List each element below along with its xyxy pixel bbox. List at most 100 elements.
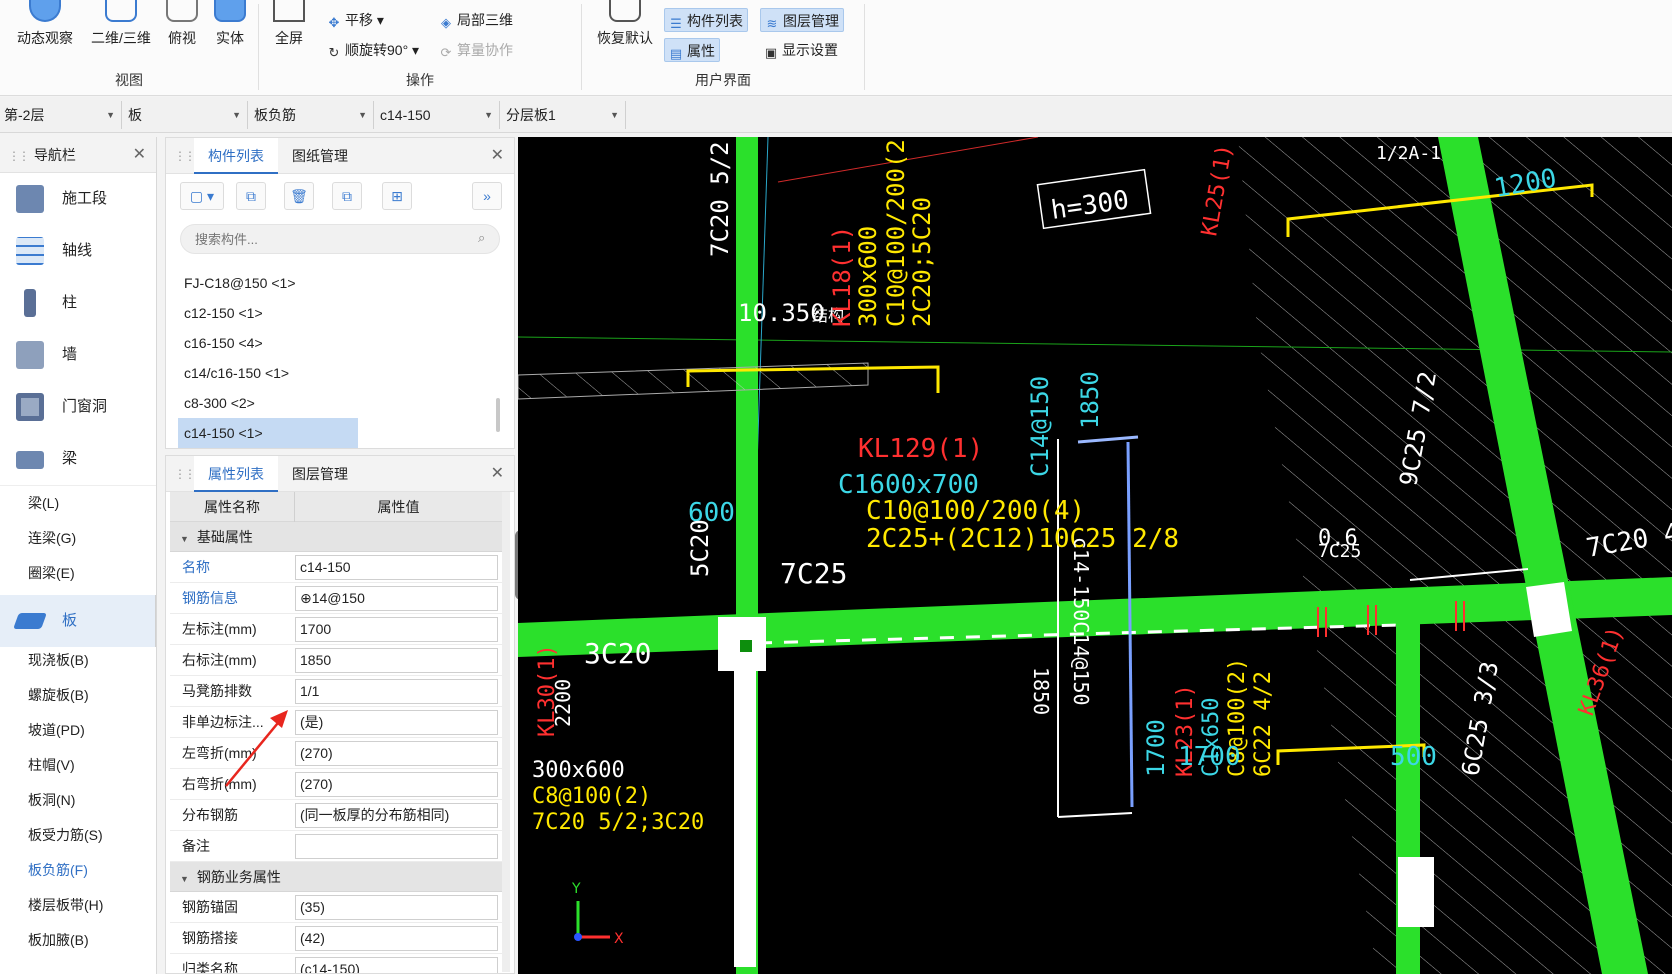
chevron-down-icon: ▼ [358, 110, 367, 120]
nav-sub-slab-haunch[interactable]: 板加腋(B) [0, 923, 156, 958]
column-point [740, 640, 752, 652]
fullscreen-button[interactable]: 全屏 [267, 0, 311, 48]
ribbon-group-operate: 全屏 ✥ 平移 ▾ ↻ 顺旋转90° ▾ ◈ 局部三维 ⟳ 算量协作 操作 [259, 0, 581, 96]
display-settings-button[interactable]: ▣ 显示设置 [760, 38, 842, 62]
cad-label: 2C25+(2C12)10C25 2/8 [866, 524, 1179, 554]
cad-label: h=300 [1049, 185, 1131, 226]
duplicate-button[interactable]: ⧉ [332, 182, 362, 210]
layers-icon: ≋ [766, 16, 778, 31]
list-item[interactable]: c16-150 <4> [178, 328, 358, 358]
scrollbar[interactable] [496, 398, 500, 432]
search-input[interactable] [180, 224, 500, 254]
cad-label: C10@100/200(4) [866, 496, 1085, 526]
door-icon [16, 393, 44, 421]
nav-sub-ramp[interactable]: 坡道(PD) [0, 713, 156, 748]
cube-icon: ◈ [441, 15, 451, 30]
orbit-button[interactable]: 动态观察 [10, 0, 80, 48]
restore-default-button[interactable]: 恢复默认 [592, 0, 658, 48]
nav-item-wall[interactable]: 墙 [0, 329, 156, 381]
column-icon [24, 289, 36, 317]
fullscreen-icon [273, 0, 305, 22]
pan-button[interactable]: ✥ 平移 ▾ [323, 8, 388, 32]
move-icon: ✥ [328, 15, 340, 30]
close-icon[interactable]: ✕ [491, 138, 504, 174]
group-title-ui: 用户界面 [695, 72, 751, 88]
cad-label: c14-150C14@150 [1069, 537, 1093, 706]
cad-label: KL129(1) [858, 434, 983, 464]
cad-label: C14@150 [1026, 376, 1054, 477]
cad-label: 7C20 5/2;3C20 [532, 810, 704, 835]
layer-manage-toggle[interactable]: ≋ 图层管理 [760, 8, 844, 32]
column [1526, 582, 1572, 637]
nav-item-stage[interactable]: 施工段 [0, 173, 156, 225]
property-icon: ▤ [669, 46, 683, 61]
new-component-button[interactable]: ▢ ▾ [180, 182, 224, 210]
list-item[interactable]: c12-150 <1> [178, 298, 358, 328]
type-select[interactable]: 板负筋 ▼ [250, 101, 374, 129]
component-list-toggle[interactable]: ☰ 构件列表 [664, 8, 748, 32]
collab-button[interactable]: ⟳ 算量协作 [435, 38, 517, 62]
more-button[interactable]: » [472, 182, 502, 210]
local-3d-button[interactable]: ◈ 局部三维 [435, 8, 517, 32]
cad-label: 500 [1390, 742, 1437, 772]
cad-label: KL25(1) [1197, 142, 1238, 238]
close-icon[interactable]: ✕ [133, 137, 146, 173]
category-select[interactable]: 板 ▼ [124, 101, 248, 129]
cad-label: 1700 [1178, 742, 1241, 772]
top-view-button[interactable]: 俯视 [160, 0, 204, 48]
list-item[interactable]: FJ-C18@150 <1> [178, 268, 358, 298]
nav-item-axis[interactable]: 轴线 [0, 225, 156, 277]
list-item-selected[interactable]: c14-150 <1> [178, 418, 358, 448]
nav-item-slab[interactable]: 板 [0, 595, 156, 647]
nav-sub-slab-main-rebar[interactable]: 板受力筋(S) [0, 818, 156, 853]
nav-sub-beam[interactable]: 梁(L) [0, 486, 156, 521]
search-icon[interactable]: ⌕ [478, 230, 485, 246]
tab-component-list[interactable]: 构件列表 [194, 138, 278, 174]
solid-button[interactable]: 实体 [208, 0, 252, 48]
grid-icon [16, 237, 44, 265]
cad-label: 6C22 4/2 [1251, 671, 1276, 777]
drag-handle-icon[interactable]: ⋮⋮ [8, 138, 30, 174]
dimension-line [1057, 812, 1133, 818]
floor-copy-button[interactable]: ⊞ [382, 182, 412, 210]
nav-item-opening[interactable]: 门窗洞 [0, 381, 156, 433]
stage-icon [16, 185, 44, 213]
component-select[interactable]: c14-150 ▼ [376, 101, 500, 129]
annotation-arrow [225, 710, 288, 787]
delete-button[interactable]: 🗑 [284, 182, 314, 210]
2d-3d-button[interactable]: 二维/三维 [86, 0, 156, 48]
property-toggle[interactable]: ▤ 属性 [664, 38, 720, 62]
component-toolbar: ▢ ▾ ⧉ 🗑 ⧉ ⊞ » [166, 174, 514, 218]
nav-sub-ring-beam[interactable]: 圈梁(E) [0, 556, 156, 591]
nav-sub-cast-slab[interactable]: 现浇板(B) [0, 643, 156, 678]
floor-select[interactable]: 第-2层 ▼ [0, 101, 122, 129]
nav-sub-slab-negative-rebar[interactable]: 板负筋(F) [0, 853, 156, 888]
cad-label: 300x600 [532, 758, 625, 783]
cad-label: 7C25 [780, 557, 847, 590]
cad-label: 7C25 [1318, 541, 1361, 562]
group-title-view: 视图 [115, 72, 143, 88]
nav-sub-column-cap[interactable]: 柱帽(V) [0, 748, 156, 783]
rotate-button[interactable]: ↻ 顺旋转90° ▾ [323, 38, 423, 62]
cad-label: 1850 [1076, 371, 1104, 429]
list-item[interactable]: c8-300 <2> [178, 388, 358, 418]
nav-item-column[interactable]: 柱 [0, 277, 156, 329]
drawing-canvas[interactable]: h=300 10.350 结构 KL129(1) C1600x700 C10@1… [518, 137, 1672, 974]
axis-x-label: X [614, 931, 624, 947]
nav-item-beam[interactable]: 梁 [0, 433, 156, 485]
layer-select[interactable]: 分层板1 ▼ [502, 101, 626, 129]
collab-icon: ⟳ [440, 45, 452, 60]
ribbon-toolbar: 动态观察 二维/三维 俯视 实体 视图 全屏 ✥ 平移 ▾ ↻ 顺旋转90° ▾ ◈… [0, 0, 1672, 96]
axis-y-label: Y [571, 881, 581, 897]
nav-sub-spiral-slab[interactable]: 螺旋板(B) [0, 678, 156, 713]
copy-button[interactable]: ⧉ [236, 182, 266, 210]
cad-label: 1850 [1029, 667, 1053, 715]
tab-drawing-manage[interactable]: 图纸管理 [278, 138, 362, 174]
cad-label: 3C20 [584, 637, 651, 670]
cad-label: C8@100(2) [532, 784, 651, 809]
nav-sub-slab-hole[interactable]: 板洞(N) [0, 783, 156, 818]
nav-sub-slab-band[interactable]: 楼层板带(H) [0, 888, 156, 923]
list-item[interactable]: c14/c16-150 <1> [178, 358, 358, 388]
drag-handle-icon[interactable]: ⋮⋮ [174, 150, 196, 162]
nav-sub-link-beam[interactable]: 连梁(G) [0, 521, 156, 556]
